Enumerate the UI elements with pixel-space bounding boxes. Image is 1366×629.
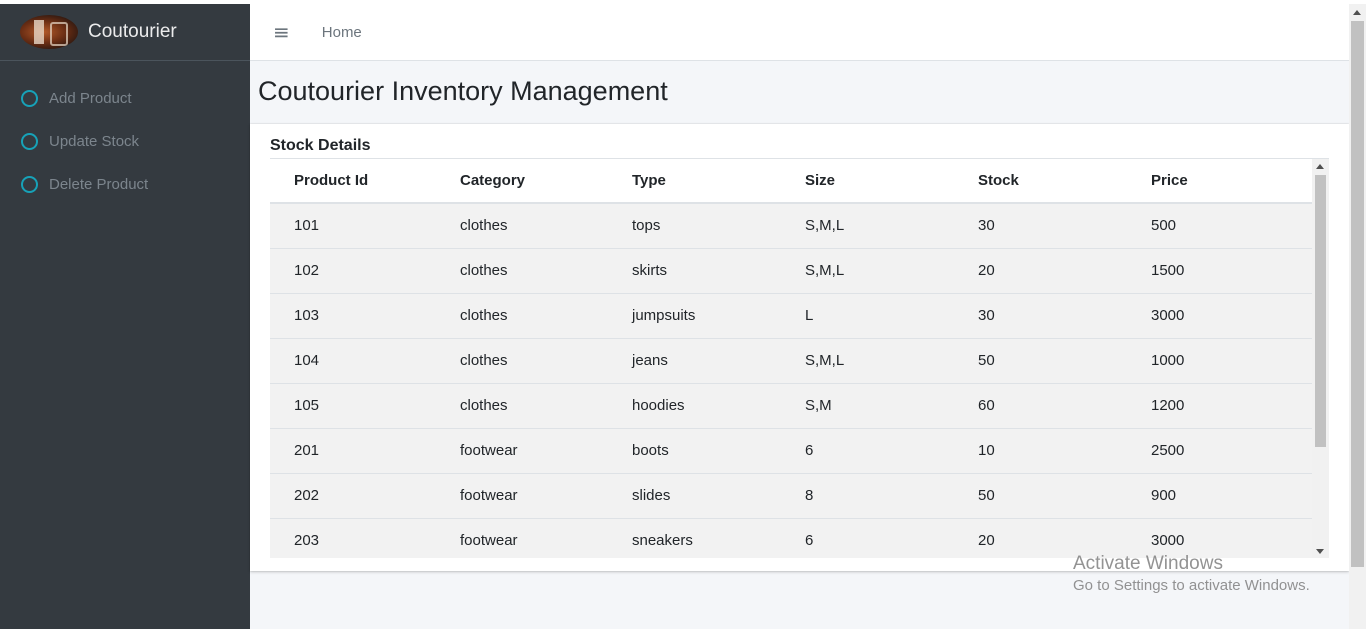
cell-category: clothes — [460, 397, 508, 414]
cell-type: skirts — [632, 262, 667, 279]
cell-price: 500 — [1151, 217, 1177, 235]
top-navbar: ≡ Home — [250, 4, 1349, 61]
sidebar-item-label: Update Stock — [49, 133, 140, 150]
header-row: Product Id Category Type Size Stock Pric… — [270, 159, 1312, 203]
brand-link[interactable]: Coutourier — [0, 4, 250, 61]
cell-type: slides — [632, 487, 671, 504]
cell-price: 3000 — [1151, 532, 1185, 549]
cell-stock: 20 — [978, 532, 995, 549]
home-link[interactable]: Home — [322, 24, 362, 41]
page-title: Coutourier Inventory Management — [258, 76, 668, 106]
scroll-up-arrow-icon[interactable] — [1316, 164, 1324, 169]
circle-icon — [21, 90, 38, 107]
page-scrollbar[interactable] — [1349, 4, 1366, 629]
table-scroll-container[interactable]: Product Id Category Type Size Stock Pric… — [270, 158, 1329, 558]
table-row[interactable]: 101 clothes tops S,M,L 30 500 — [270, 203, 1312, 248]
cell-type: jeans — [632, 352, 668, 369]
cell-stock: 30 — [978, 217, 995, 235]
cell-product-id: 105 — [294, 397, 320, 414]
table-body: 101 clothes tops S,M,L 30 500 102 clothe… — [270, 203, 1312, 558]
sidebar-item-update-stock[interactable]: Update Stock — [0, 120, 250, 163]
cell-price: 1200 — [1151, 397, 1185, 414]
sidebar-item-label: Delete Product — [49, 176, 149, 193]
cell-size: S,M,L — [805, 217, 845, 235]
sidebar-item-delete-product[interactable]: Delete Product — [0, 163, 250, 206]
activate-windows-watermark: Activate Windows Go to Settings to activ… — [1073, 553, 1310, 594]
cell-price: 3000 — [1151, 307, 1185, 324]
cell-size: L — [805, 307, 814, 324]
cell-product-id: 103 — [294, 307, 320, 324]
column-header-type[interactable]: Type — [608, 159, 781, 203]
cell-category: clothes — [460, 217, 508, 235]
table-scrollbar-thumb[interactable] — [1315, 175, 1326, 447]
cell-size: S,M,L — [805, 262, 845, 279]
column-header-category[interactable]: Category — [436, 159, 608, 203]
cell-category: clothes — [460, 262, 508, 279]
circle-icon — [21, 176, 38, 193]
column-header-product-id[interactable]: Product Id — [270, 159, 436, 203]
cell-category: footwear — [460, 532, 518, 549]
watermark-title: Activate Windows — [1073, 553, 1223, 574]
table-header: Product Id Category Type Size Stock Pric… — [270, 159, 1312, 203]
table-row[interactable]: 201 footwear boots 6 10 2500 — [270, 428, 1312, 473]
cell-type: hoodies — [632, 397, 685, 414]
table-row[interactable]: 104 clothes jeans S,M,L 50 1000 — [270, 338, 1312, 383]
cell-category: footwear — [460, 487, 518, 504]
cell-product-id: 202 — [294, 487, 320, 504]
cell-product-id: 201 — [294, 442, 320, 459]
scroll-up-arrow-icon[interactable] — [1353, 10, 1361, 15]
cell-product-id: 102 — [294, 262, 320, 279]
table-scrollbar[interactable] — [1312, 159, 1329, 558]
cell-category: footwear — [460, 442, 518, 459]
cell-price: 1500 — [1151, 262, 1185, 279]
cell-stock: 10 — [978, 442, 995, 459]
sidebar: Coutourier Add Product Update Stock Dele… — [0, 4, 250, 629]
cell-stock: 50 — [978, 487, 995, 504]
column-header-stock[interactable]: Stock — [954, 159, 1127, 203]
cell-size: 6 — [805, 532, 814, 549]
cell-size: 6 — [805, 442, 814, 459]
brand-name: Coutourier — [88, 21, 177, 42]
cell-category: clothes — [460, 352, 508, 369]
sidebar-item-add-product[interactable]: Add Product — [0, 77, 250, 120]
column-header-size[interactable]: Size — [781, 159, 954, 203]
cell-size: S,M,L — [805, 352, 845, 369]
table-row[interactable]: 102 clothes skirts S,M,L 20 1500 — [270, 248, 1312, 293]
column-header-price[interactable]: Price — [1127, 159, 1312, 203]
cell-type: tops — [632, 217, 661, 235]
cell-price: 2500 — [1151, 442, 1185, 459]
cell-type: jumpsuits — [632, 307, 696, 324]
stock-table: Product Id Category Type Size Stock Pric… — [270, 159, 1312, 558]
cell-stock: 20 — [978, 262, 995, 279]
table-row[interactable]: 202 footwear slides 8 50 900 — [270, 473, 1312, 518]
cell-size: 8 — [805, 487, 814, 504]
table-row[interactable]: 103 clothes jumpsuits L 30 3000 — [270, 293, 1312, 338]
card-title: Stock Details — [270, 137, 371, 154]
cell-stock: 50 — [978, 352, 995, 369]
page-scrollbar-thumb[interactable] — [1351, 21, 1364, 567]
cell-stock: 30 — [978, 307, 995, 324]
cell-price: 900 — [1151, 487, 1177, 504]
brand-logo — [20, 15, 78, 49]
cell-product-id: 101 — [294, 217, 320, 235]
sidebar-nav: Add Product Update Stock Delete Product — [0, 61, 250, 206]
circle-icon — [21, 133, 38, 150]
cell-type: sneakers — [632, 532, 693, 549]
stock-details-card: Stock Details Product Id Category Type S… — [250, 124, 1349, 571]
cell-product-id: 104 — [294, 352, 320, 369]
cell-price: 1000 — [1151, 352, 1185, 369]
table-row[interactable]: 105 clothes hoodies S,M 60 1200 — [270, 383, 1312, 428]
watermark-subtitle: Go to Settings to activate Windows. — [1073, 577, 1310, 594]
cell-size: S,M — [805, 397, 832, 414]
scroll-down-arrow-icon[interactable] — [1316, 549, 1324, 554]
cell-category: clothes — [460, 307, 508, 324]
hamburger-menu-icon[interactable]: ≡ — [273, 22, 290, 42]
cell-product-id: 203 — [294, 532, 320, 549]
cell-stock: 60 — [978, 397, 995, 414]
sidebar-item-label: Add Product — [49, 90, 132, 107]
cell-type: boots — [632, 442, 669, 459]
table-row[interactable]: 203 footwear sneakers 6 20 3000 — [270, 518, 1312, 558]
